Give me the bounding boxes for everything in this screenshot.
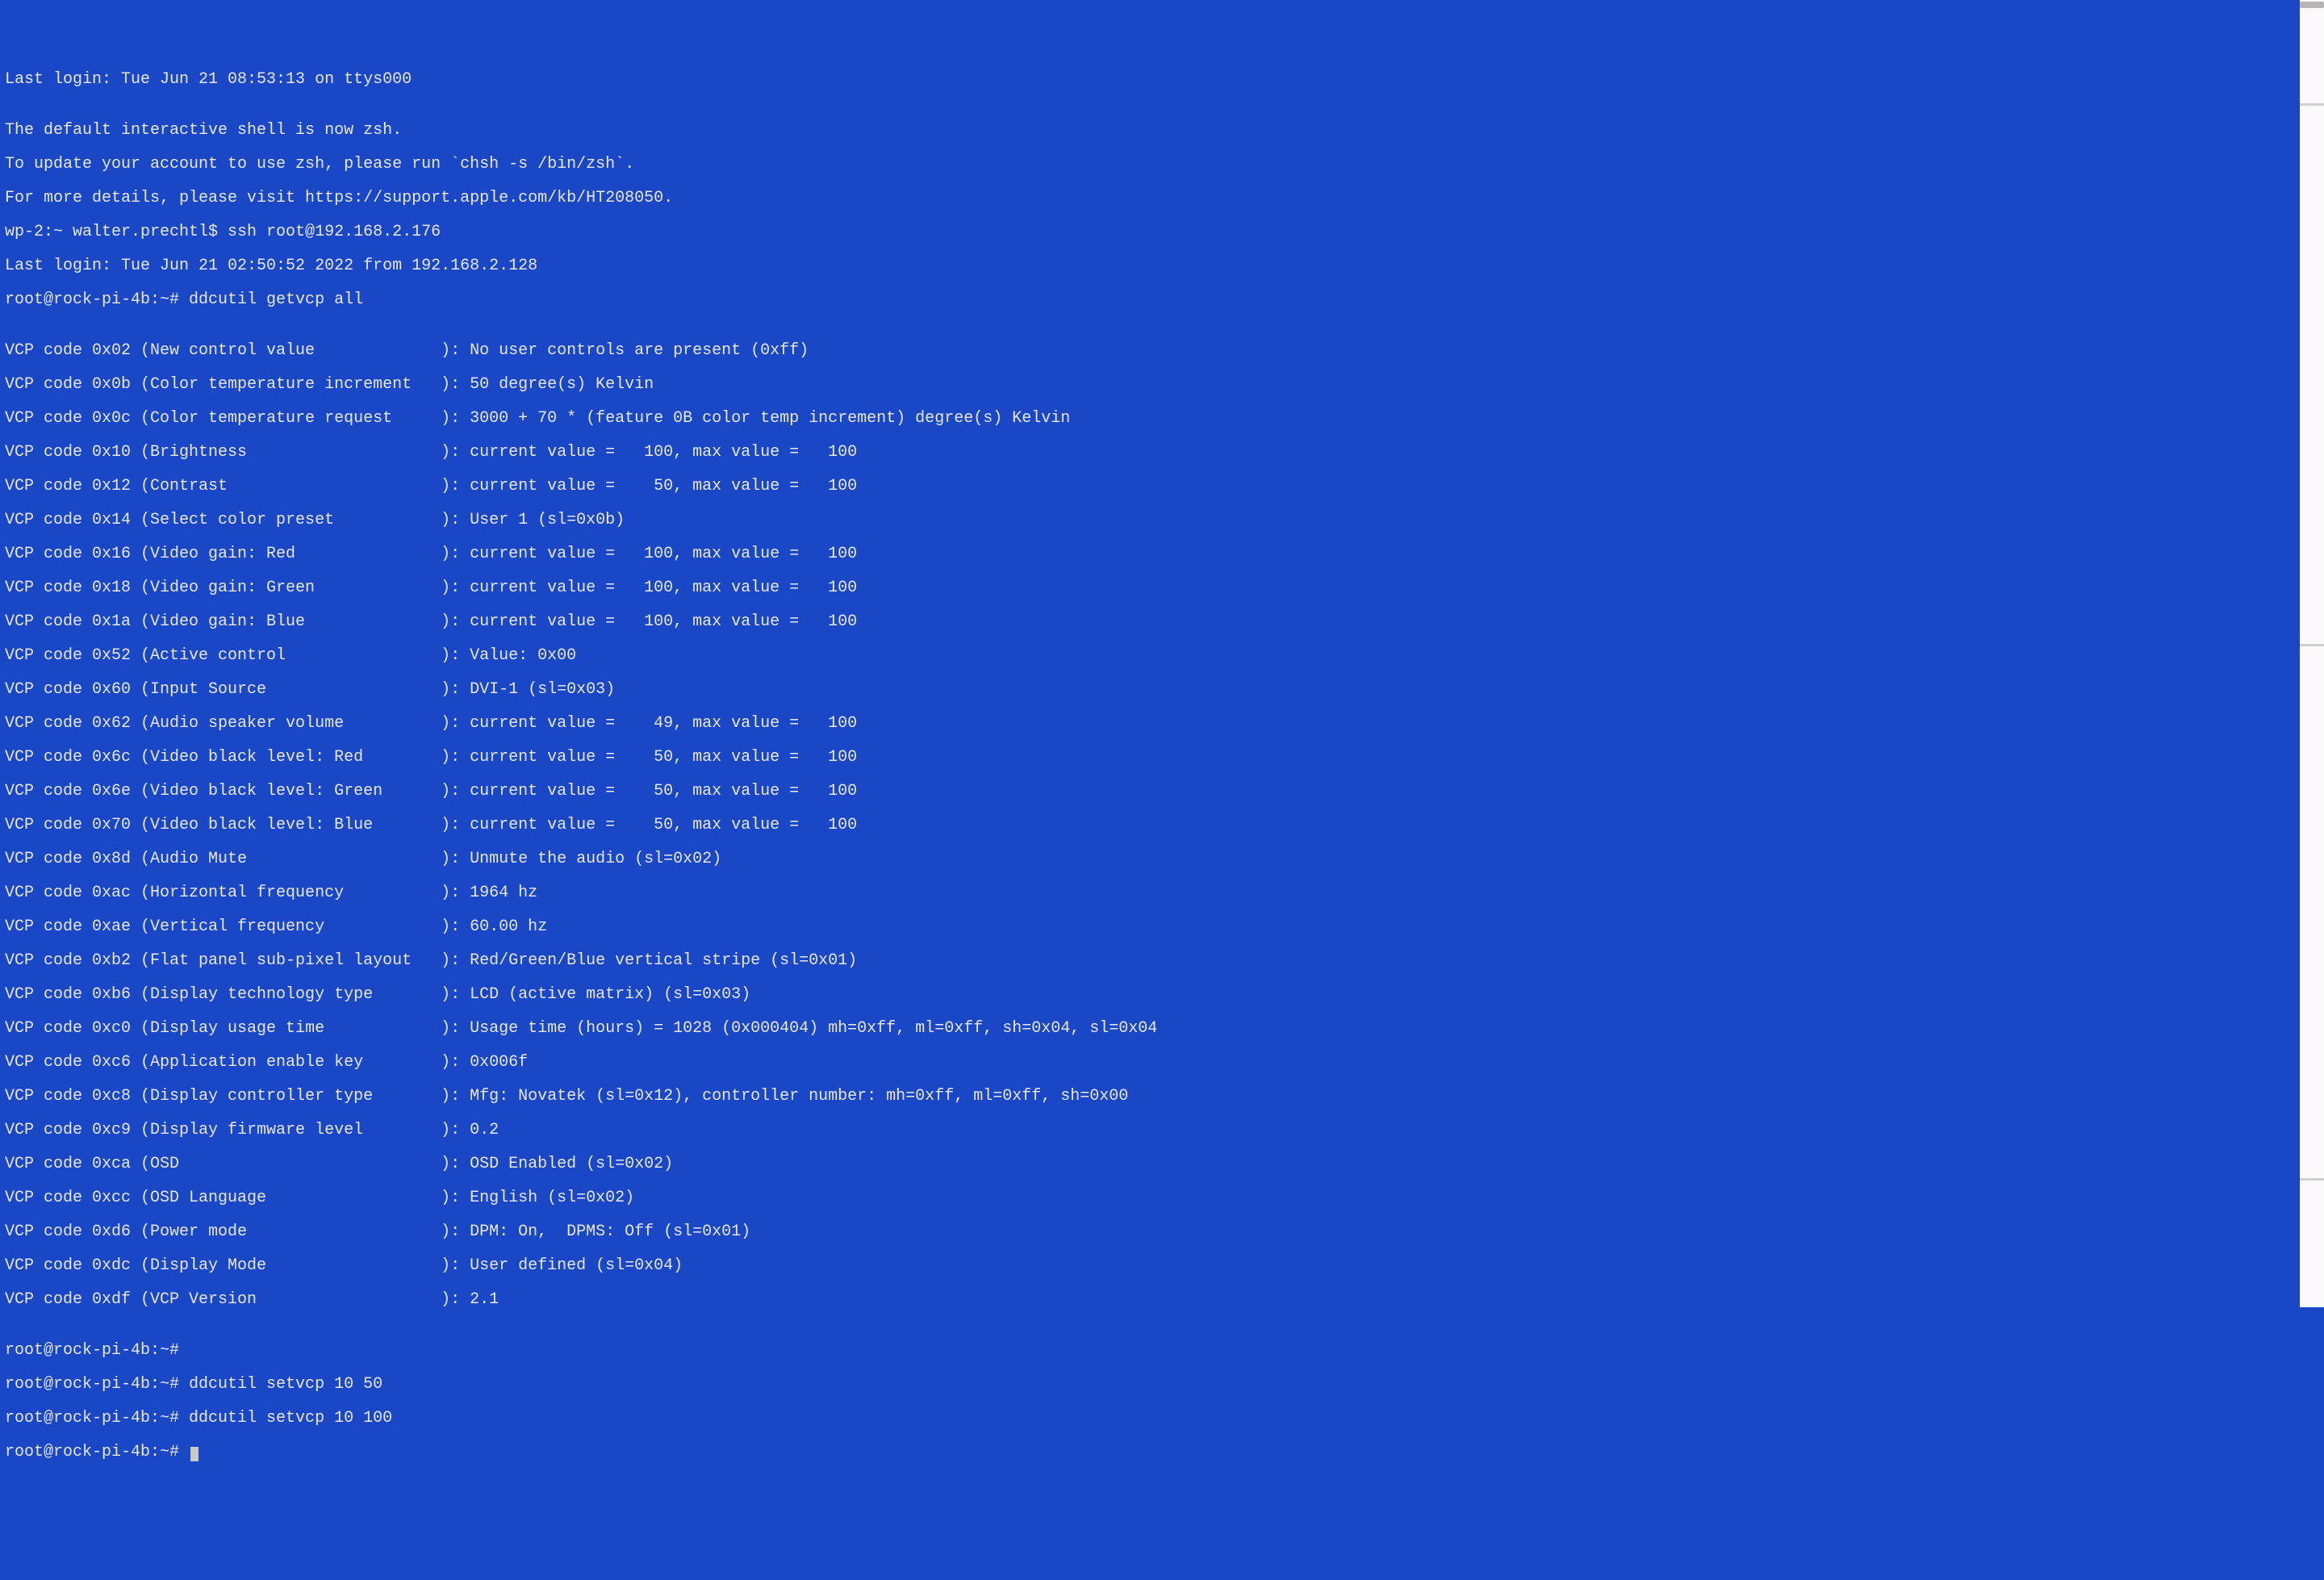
terminal-line-vcp: VCP code 0x16 (Video gain: Red ): curren…: [5, 545, 2319, 562]
terminal-line-vcp: VCP code 0x18 (Video gain: Green ): curr…: [5, 579, 2319, 596]
terminal-line-vcp: VCP code 0xc9 (Display firmware level ):…: [5, 1122, 2319, 1139]
terminal-line-vcp: VCP code 0x12 (Contrast ): current value…: [5, 478, 2319, 495]
terminal-line-vcp: VCP code 0xd6 (Power mode ): DPM: On, DP…: [5, 1223, 2319, 1240]
terminal-line-prompt: root@rock-pi-4b:~#: [5, 1342, 2319, 1359]
terminal-line-setvcp-cmd: root@rock-pi-4b:~# ddcutil setvcp 10 100: [5, 1410, 2319, 1427]
terminal-line-vcp: VCP code 0x6e (Video black level: Green …: [5, 783, 2319, 800]
cursor-icon: [190, 1447, 199, 1461]
scrollbar-notch-icon: [2300, 644, 2324, 646]
terminal-line-zsh-notice: For more details, please visit https://s…: [5, 190, 2319, 207]
terminal-line-vcp: VCP code 0x62 (Audio speaker volume ): c…: [5, 715, 2319, 732]
terminal-line-last-login: Last login: Tue Jun 21 08:53:13 on ttys0…: [5, 71, 2319, 88]
terminal-line-vcp: VCP code 0xdc (Display Mode ): User defi…: [5, 1257, 2319, 1274]
terminal-line-vcp: VCP code 0xc0 (Display usage time ): Usa…: [5, 1020, 2319, 1037]
terminal-line-vcp: VCP code 0xb2 (Flat panel sub-pixel layo…: [5, 952, 2319, 969]
terminal-line-active-prompt[interactable]: root@rock-pi-4b:~#: [5, 1444, 2319, 1461]
terminal-line-vcp: VCP code 0x14 (Select color preset ): Us…: [5, 512, 2319, 529]
terminal-line-zsh-notice: The default interactive shell is now zsh…: [5, 122, 2319, 139]
terminal-line-vcp: VCP code 0x10 (Brightness ): current val…: [5, 444, 2319, 461]
terminal-line-vcp: VCP code 0x0c (Color temperature request…: [5, 410, 2319, 427]
terminal-line-setvcp-cmd: root@rock-pi-4b:~# ddcutil setvcp 10 50: [5, 1376, 2319, 1393]
terminal-line-vcp: VCP code 0x1a (Video gain: Blue ): curre…: [5, 613, 2319, 630]
terminal-line-vcp: VCP code 0xcc (OSD Language ): English (…: [5, 1189, 2319, 1206]
terminal-line-vcp: VCP code 0x0b (Color temperature increme…: [5, 376, 2319, 393]
terminal-line-vcp: VCP code 0x70 (Video black level: Blue )…: [5, 817, 2319, 834]
terminal-line-vcp: VCP code 0x6c (Video black level: Red ):…: [5, 749, 2319, 766]
scrollbar-track[interactable]: [2300, 0, 2324, 1307]
terminal-line-vcp: VCP code 0xca (OSD ): OSD Enabled (sl=0x…: [5, 1156, 2319, 1172]
terminal-line-vcp: VCP code 0xc8 (Display controller type )…: [5, 1088, 2319, 1105]
terminal-line-vcp: VCP code 0xc6 (Application enable key ):…: [5, 1054, 2319, 1071]
terminal-line-vcp: VCP code 0x60 (Input Source ): DVI-1 (sl…: [5, 681, 2319, 698]
terminal-line-vcp: VCP code 0x8d (Audio Mute ): Unmute the …: [5, 851, 2319, 867]
terminal-line-vcp: VCP code 0xae (Vertical frequency ): 60.…: [5, 918, 2319, 935]
terminal-line-zsh-notice: To update your account to use zsh, pleas…: [5, 156, 2319, 173]
scrollbar-notch-icon: [2300, 103, 2324, 106]
terminal-line-vcp: VCP code 0x02 (New control value ): No u…: [5, 342, 2319, 359]
terminal-line-vcp: VCP code 0xac (Horizontal frequency ): 1…: [5, 884, 2319, 901]
terminal-line-vcp: VCP code 0xdf (VCP Version ): 2.1: [5, 1291, 2319, 1308]
prompt-text: root@rock-pi-4b:~#: [5, 1443, 189, 1461]
terminal-line-vcp: VCP code 0xb6 (Display technology type )…: [5, 986, 2319, 1003]
terminal-line-vcp: VCP code 0x52 (Active control ): Value: …: [5, 647, 2319, 664]
terminal-line-ssh-cmd: wp-2:~ walter.prechtl$ ssh root@192.168.…: [5, 224, 2319, 240]
scrollbar-thumb[interactable]: [2300, 2, 2324, 8]
scrollbar-notch-icon: [2300, 1178, 2324, 1181]
terminal-line-getvcp-cmd: root@rock-pi-4b:~# ddcutil getvcp all: [5, 291, 2319, 308]
terminal-line-remote-login: Last login: Tue Jun 21 02:50:52 2022 fro…: [5, 257, 2319, 274]
